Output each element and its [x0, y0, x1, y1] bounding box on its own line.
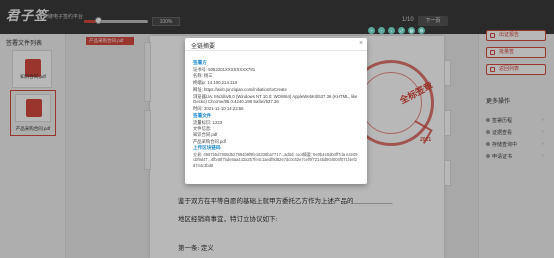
settings-icon[interactable]: ⚙: [418, 27, 425, 34]
cert-number: 证书号: 5052201XXXXXXXX781: [193, 67, 256, 72]
dialog-section-signer: 签署方: [193, 60, 207, 65]
document-toolbar: + − ↓ ⤢ ▤ ⚙: [368, 27, 432, 36]
zoom-out-icon[interactable]: −: [378, 27, 385, 34]
dialog-title: 全链摘要: [191, 44, 216, 50]
sign-url: 网址: https://web.junziqian.com/initiation…: [193, 87, 287, 92]
chain-hash: 交易: 4997b5d7808d527994b9f9fe16338ba7717.…: [193, 152, 358, 168]
doc-info-label: 文件信息:: [193, 126, 212, 131]
browser-ua: 浏览器UA: Mozilla/5.0 (Windows NT 10.0; WOW…: [193, 94, 358, 105]
fullscreen-icon[interactable]: ⤢: [398, 27, 405, 34]
close-icon[interactable]: ×: [359, 40, 363, 47]
sign-time: 时间: 2021-11-10 14:23:56: [193, 106, 244, 111]
dialog-section-chain: 上传区块链码: [193, 145, 221, 150]
doc-count: 流量标识: 1223: [193, 120, 223, 125]
dialog-section-file: 签署文件: [193, 113, 212, 118]
print-icon[interactable]: ▤: [408, 27, 415, 34]
download-icon[interactable]: ↓: [388, 27, 395, 34]
zoom-in-icon[interactable]: +: [368, 27, 375, 34]
signer-name: 名称: 杨三: [193, 73, 213, 78]
doc-name: 知识合同.pdf: [193, 132, 218, 137]
terminal-ip: 终端ip: 14.100.214.118: [193, 80, 237, 85]
doc-name: 产品采购合同.pdf: [193, 139, 226, 144]
